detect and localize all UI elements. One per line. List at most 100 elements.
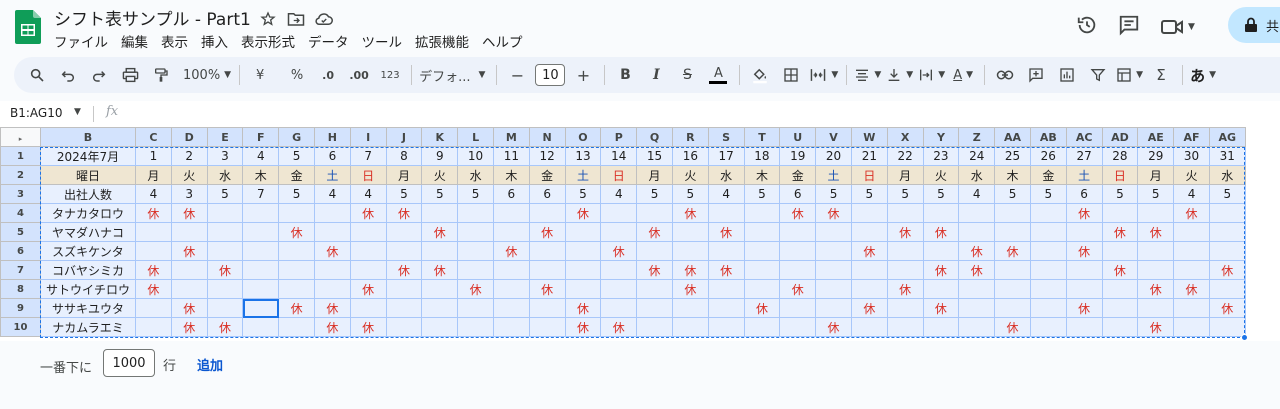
- shift-cell[interactable]: [421, 317, 459, 337]
- day-off-cell[interactable]: 休: [600, 241, 638, 261]
- column-header[interactable]: Y: [922, 127, 960, 147]
- weekday-cell[interactable]: 木: [242, 165, 280, 185]
- shift-cell[interactable]: [815, 222, 852, 242]
- shift-cell[interactable]: [278, 317, 315, 337]
- paint-format-icon[interactable]: [148, 62, 174, 88]
- day-number-cell[interactable]: 3: [206, 146, 244, 166]
- weekday-cell[interactable]: 日: [600, 165, 638, 185]
- shift-cell[interactable]: [958, 317, 996, 337]
- shift-cell[interactable]: [1101, 279, 1139, 299]
- day-number-cell[interactable]: 25: [994, 146, 1031, 166]
- day-off-cell[interactable]: 休: [994, 317, 1031, 337]
- shift-cell[interactable]: [278, 241, 315, 261]
- shift-cell[interactable]: [958, 298, 996, 318]
- day-number-cell[interactable]: 4: [242, 146, 280, 166]
- shift-cell[interactable]: [385, 298, 423, 318]
- weekday-cell[interactable]: 水: [707, 165, 745, 185]
- shift-cell[interactable]: [850, 317, 888, 337]
- shift-cell[interactable]: [421, 241, 459, 261]
- count-cell[interactable]: 5: [1029, 184, 1067, 204]
- staff-name-cell[interactable]: タナカタロウ: [40, 203, 136, 223]
- day-off-cell[interactable]: 休: [313, 298, 351, 318]
- shift-cell[interactable]: [278, 203, 315, 223]
- weekday-cell[interactable]: 金: [528, 165, 566, 185]
- print-icon[interactable]: [117, 62, 143, 88]
- day-number-cell[interactable]: 5: [278, 146, 315, 166]
- shift-cell[interactable]: [1137, 260, 1175, 280]
- menu-help[interactable]: ヘルプ: [482, 31, 523, 51]
- shift-cell[interactable]: [278, 260, 315, 280]
- weekday-cell[interactable]: 月: [135, 165, 172, 185]
- shift-cell[interactable]: [206, 222, 244, 242]
- day-number-cell[interactable]: 11: [492, 146, 530, 166]
- column-header[interactable]: G: [278, 127, 315, 147]
- shift-cell[interactable]: [1029, 260, 1067, 280]
- shift-cell[interactable]: [600, 203, 638, 223]
- day-off-cell[interactable]: 休: [850, 241, 888, 261]
- day-number-cell[interactable]: 6: [313, 146, 351, 166]
- day-off-cell[interactable]: 休: [1137, 279, 1175, 299]
- undo-icon[interactable]: [55, 62, 81, 88]
- day-off-cell[interactable]: 休: [886, 279, 924, 299]
- day-off-cell[interactable]: 休: [135, 260, 172, 280]
- day-off-cell[interactable]: 休: [1208, 260, 1246, 280]
- weekday-cell[interactable]: 水: [1208, 165, 1246, 185]
- day-off-cell[interactable]: 休: [1065, 298, 1103, 318]
- shift-cell[interactable]: [242, 298, 280, 318]
- shift-cell[interactable]: [671, 298, 709, 318]
- shift-cell[interactable]: [994, 279, 1031, 299]
- count-cell[interactable]: 5: [206, 184, 244, 204]
- shift-cell[interactable]: [313, 203, 351, 223]
- day-off-cell[interactable]: 休: [135, 279, 172, 299]
- weekday-cell[interactable]: 土: [313, 165, 351, 185]
- shift-cell[interactable]: [743, 317, 781, 337]
- shift-cell[interactable]: [636, 241, 673, 261]
- column-header[interactable]: L: [457, 127, 494, 147]
- weekday-cell[interactable]: 日: [1101, 165, 1139, 185]
- insert-link-icon[interactable]: [992, 62, 1018, 88]
- weekday-cell[interactable]: 木: [994, 165, 1031, 185]
- vertical-align-icon[interactable]: ▼: [886, 62, 913, 88]
- shift-cell[interactable]: [457, 298, 494, 318]
- insert-chart-icon[interactable]: [1054, 62, 1080, 88]
- bold-button[interactable]: B: [612, 62, 638, 88]
- menu-format[interactable]: 表示形式: [241, 31, 295, 51]
- shift-cell[interactable]: [707, 203, 745, 223]
- column-header[interactable]: S: [707, 127, 745, 147]
- shift-cell[interactable]: [170, 222, 208, 242]
- shift-cell[interactable]: [1208, 317, 1246, 337]
- menu-data[interactable]: データ: [308, 31, 349, 51]
- shift-cell[interactable]: [636, 298, 673, 318]
- day-off-cell[interactable]: 休: [600, 317, 638, 337]
- row-header[interactable]: 3: [0, 184, 41, 204]
- shift-cell[interactable]: [1173, 241, 1210, 261]
- shift-cell[interactable]: [528, 203, 566, 223]
- staff-name-cell[interactable]: コバヤシミカ: [40, 260, 136, 280]
- day-off-cell[interactable]: 休: [528, 279, 566, 299]
- weekday-label-cell[interactable]: 曜日: [40, 165, 136, 185]
- shift-cell[interactable]: [1065, 222, 1103, 242]
- weekday-cell[interactable]: 火: [1173, 165, 1210, 185]
- weekday-cell[interactable]: 水: [958, 165, 996, 185]
- column-header[interactable]: D: [170, 127, 208, 147]
- decrease-decimal-button[interactable]: .0: [315, 62, 341, 88]
- column-header[interactable]: F: [242, 127, 280, 147]
- day-off-cell[interactable]: 休: [385, 260, 423, 280]
- shift-cell[interactable]: [170, 279, 208, 299]
- count-cell[interactable]: 4: [135, 184, 172, 204]
- shift-cell[interactable]: [636, 317, 673, 337]
- shift-cell[interactable]: [886, 317, 924, 337]
- day-off-cell[interactable]: 休: [707, 260, 745, 280]
- meet-button[interactable]: ▼: [1160, 17, 1195, 37]
- shift-cell[interactable]: [743, 222, 781, 242]
- menu-insert[interactable]: 挿入: [201, 31, 228, 51]
- shift-cell[interactable]: [743, 279, 781, 299]
- shift-cell[interactable]: [385, 241, 423, 261]
- search-menus-icon[interactable]: [24, 62, 50, 88]
- day-off-cell[interactable]: 休: [135, 203, 172, 223]
- day-number-cell[interactable]: 22: [886, 146, 924, 166]
- day-off-cell[interactable]: 休: [671, 260, 709, 280]
- row-header[interactable]: 9: [0, 298, 41, 318]
- day-off-cell[interactable]: 休: [278, 222, 315, 242]
- column-header[interactable]: O: [564, 127, 602, 147]
